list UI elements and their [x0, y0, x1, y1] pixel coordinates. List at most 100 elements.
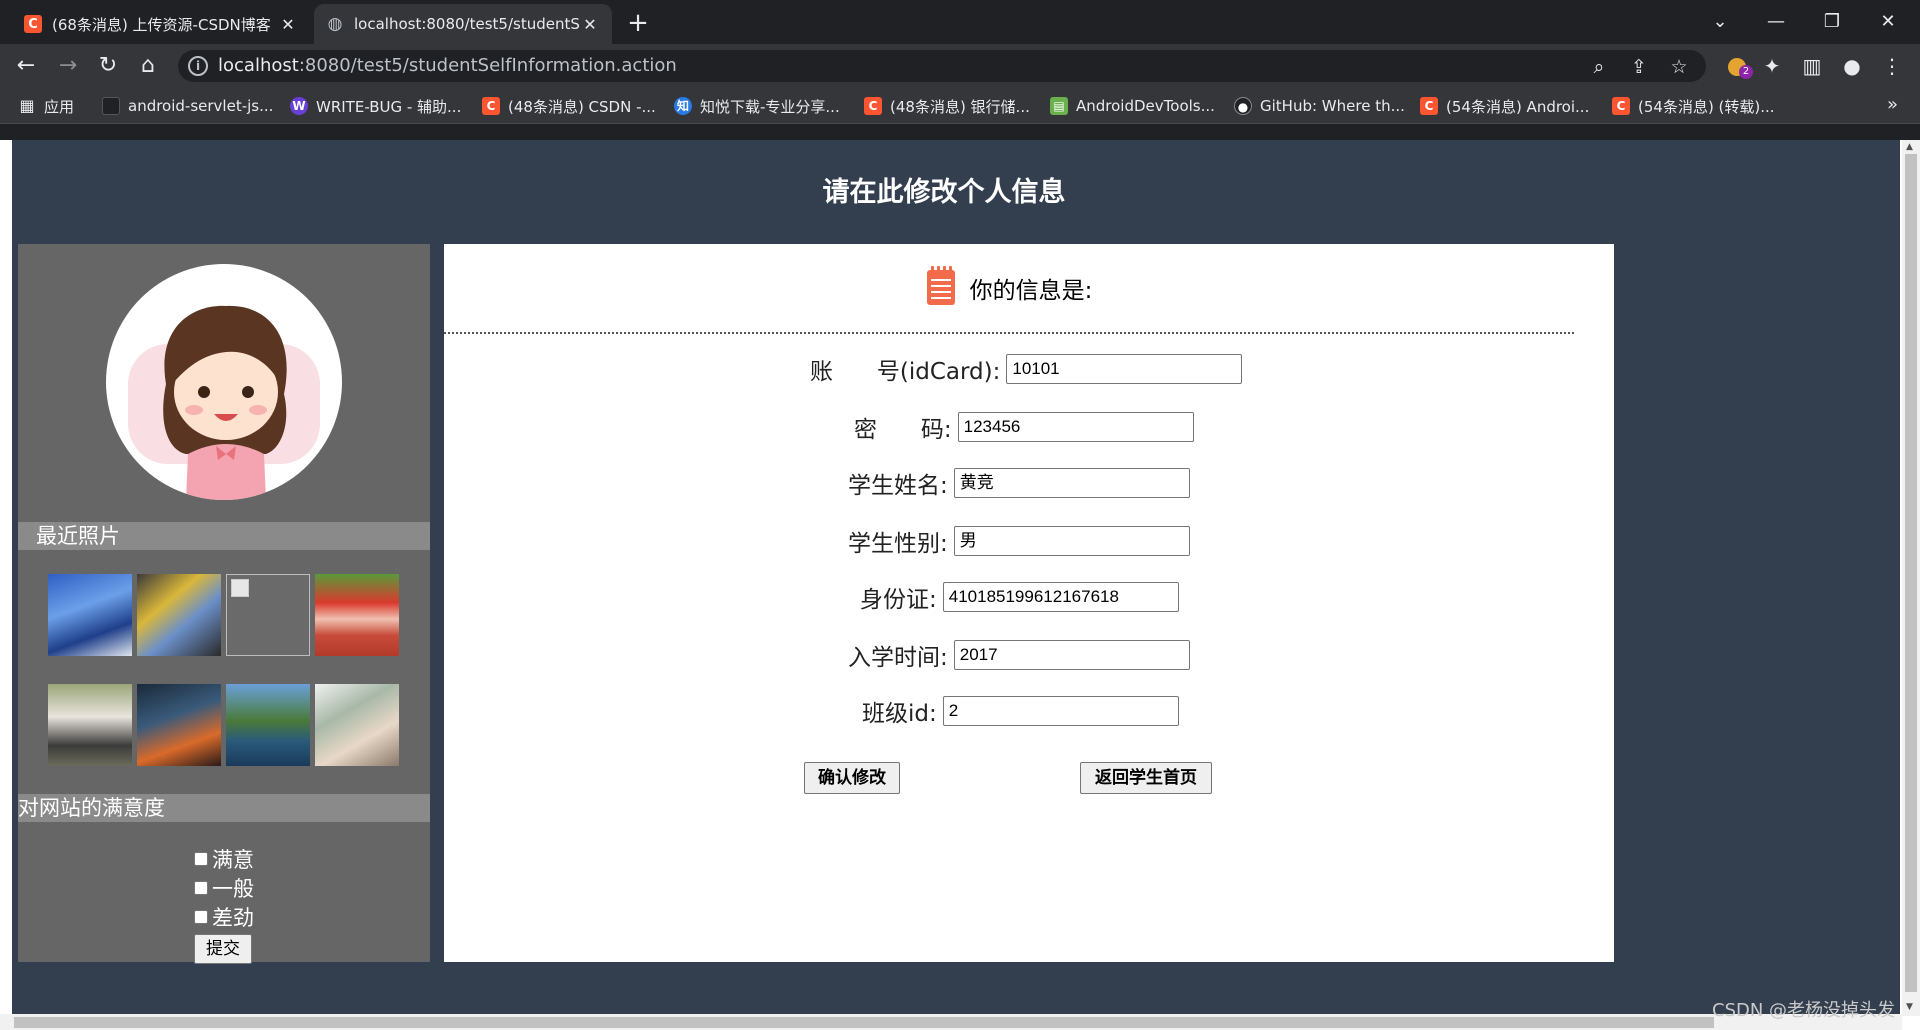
idcard-input[interactable]: 10101 — [1006, 354, 1243, 384]
forward-arrow-icon[interactable]: → — [52, 50, 84, 82]
scroll-down-arrow-icon[interactable]: ▼ — [1906, 1002, 1913, 1012]
csdn-icon: C — [864, 97, 882, 115]
option-satisfied[interactable]: 满意 — [194, 844, 254, 873]
enrollment-year-input[interactable]: 2017 — [953, 640, 1190, 670]
zoom-icon[interactable]: ⌕ — [1586, 54, 1612, 80]
close-icon[interactable]: ✕ — [278, 15, 298, 34]
bookmark-github[interactable]: ● GitHub: Where th... — [1234, 94, 1405, 118]
home-icon[interactable]: ⌂ — [132, 50, 164, 82]
option-average[interactable]: 一般 — [194, 873, 254, 902]
bookmark-label: (54条消息) (转载)... — [1638, 97, 1775, 116]
back-arrow-icon[interactable]: ← — [10, 50, 42, 82]
profile-icon[interactable]: ● — [1836, 50, 1868, 82]
browser-toolbar: ← → ↻ ⌂ i localhost:8080/test5/studentSe… — [0, 44, 1920, 88]
field-label: 班级id: — [862, 701, 937, 727]
tab-title: (68条消息) 上传资源-CSDN博客 — [52, 15, 271, 34]
side-panel-icon[interactable]: ▥ — [1796, 50, 1828, 82]
bookmark-label: (48条消息) 银行储... — [890, 97, 1030, 116]
menu-kebab-icon[interactable]: ⋮ — [1876, 50, 1908, 82]
option-poor[interactable]: 差劲 — [194, 902, 254, 931]
notepad-icon — [926, 266, 955, 305]
csdn-watermark: CSDN @老杨没掉头发 — [1712, 1000, 1896, 1021]
bookmark-android-servlet[interactable]: android-servlet-js... — [102, 94, 273, 118]
page-body: 请在此修改个人信息 最近照片 对网站的满意度 满意 一般 差劲 提交 你的信息是… — [12, 140, 1900, 1016]
sidebar: 最近照片 对网站的满意度 满意 一般 差劲 提交 — [18, 244, 430, 964]
photo-event[interactable] — [137, 574, 221, 656]
browser-chrome: C (68条消息) 上传资源-CSDN博客 ✕ ◍ localhost:8080… — [0, 0, 1920, 140]
field-row-gender: 学生性别: 男 — [848, 526, 1190, 557]
close-icon[interactable]: ✕ — [580, 15, 600, 34]
confirm-edit-button[interactable]: 确认修改 — [804, 762, 900, 794]
class-id-input[interactable]: 2 — [942, 696, 1179, 726]
field-row-password: 密 码: 123456 — [854, 412, 1194, 443]
bookmark-androiddevtools[interactable]: ▤ AndroidDevTools... — [1050, 94, 1215, 118]
extension-icon[interactable]: 2 — [1726, 54, 1758, 79]
photo-running-track[interactable] — [315, 574, 399, 656]
bookmark-label: 知悦下载-专业分享... — [700, 97, 840, 116]
extension-badge: 2 — [1739, 65, 1753, 79]
bookmark-zhiyue[interactable]: 知 知悦下载-专业分享... — [674, 94, 840, 118]
student-name-input[interactable]: 黄竞 — [953, 468, 1190, 498]
girl-avatar-illustration — [128, 305, 320, 500]
bookmark-apps[interactable]: ▦ 应用 — [18, 94, 74, 118]
field-row-class-id: 班级id: 2 — [862, 696, 1179, 727]
satisfaction-heading: 对网站的满意度 — [18, 794, 430, 822]
satisfaction-options: 满意 一般 差劲 — [194, 844, 254, 931]
vertical-scrollbar[interactable]: ▲ ▼ — [1902, 140, 1920, 1016]
photo-lake-campus[interactable] — [226, 684, 310, 766]
checkbox[interactable] — [194, 851, 208, 866]
photo-broken-image[interactable] — [226, 574, 310, 656]
csdn-icon: C — [1612, 97, 1630, 115]
field-label: 入学时间: — [848, 645, 948, 671]
field-label: 账 号(idCard): — [810, 359, 1001, 385]
tab-csdn[interactable]: C (68条消息) 上传资源-CSDN博客 ✕ — [12, 4, 310, 44]
address-bar[interactable]: i localhost:8080/test5/studentSelfInform… — [178, 50, 1706, 82]
minimize-button[interactable]: — — [1752, 4, 1800, 40]
tab-title: localhost:8080/test5/studentS — [354, 15, 580, 33]
bookmark-csdn-48[interactable]: C (48条消息) CSDN -... — [482, 94, 656, 118]
tab-localhost[interactable]: ◍ localhost:8080/test5/studentS ✕ — [314, 4, 612, 44]
form-title: 你的信息是: — [444, 266, 1574, 306]
photo-study-room[interactable] — [315, 684, 399, 766]
share-icon[interactable]: ⇪ — [1626, 54, 1652, 80]
back-to-home-button[interactable]: 返回学生首页 — [1080, 762, 1212, 794]
photo-students-group[interactable] — [48, 684, 132, 766]
field-row-enrollment: 入学时间: 2017 — [848, 640, 1190, 671]
horizontal-scrollbar[interactable] — [0, 1014, 1902, 1030]
bookmarks-overflow-icon[interactable]: » — [1887, 94, 1898, 115]
checkbox[interactable] — [194, 880, 208, 895]
bookmark-label: android-servlet-js... — [128, 97, 274, 115]
field-row-idcard: 账 号(idCard): 10101 — [810, 354, 1243, 385]
writebug-icon: W — [290, 97, 308, 115]
id-number-input[interactable]: 410185199612167618 — [942, 582, 1179, 612]
bookmark-csdn-bank[interactable]: C (48条消息) 银行储... — [864, 94, 1030, 118]
photo-cheer-team[interactable] — [48, 574, 132, 656]
reload-icon[interactable]: ↻ — [92, 50, 124, 82]
scrollbar-thumb[interactable] — [1905, 154, 1917, 992]
scroll-up-arrow-icon[interactable]: ▲ — [1906, 142, 1913, 152]
photo-classroom[interactable] — [137, 684, 221, 766]
checkbox[interactable] — [194, 909, 208, 924]
restore-button[interactable]: ❐ — [1808, 4, 1856, 40]
apps-grid-icon: ▦ — [19, 96, 35, 115]
password-input[interactable]: 123456 — [957, 412, 1194, 442]
window-close-button[interactable]: ✕ — [1864, 4, 1912, 40]
bookmark-csdn-android[interactable]: C (54条消息) Androi... — [1420, 94, 1589, 118]
form-title-text: 你的信息是: — [969, 278, 1093, 304]
bookmark-star-icon[interactable]: ☆ — [1666, 54, 1692, 80]
site-info-icon[interactable]: i — [188, 56, 208, 76]
bookmark-label: GitHub: Where th... — [1260, 97, 1405, 115]
tab-strip: C (68条消息) 上传资源-CSDN博客 ✕ ◍ localhost:8080… — [0, 0, 1920, 44]
bookmark-csdn-reprint[interactable]: C (54条消息) (转载)... — [1612, 94, 1775, 118]
url-text[interactable]: localhost:8080/test5/studentSelfInformat… — [218, 55, 677, 76]
student-gender-input[interactable]: 男 — [953, 526, 1190, 556]
scrollbar-thumb[interactable] — [14, 1017, 1714, 1028]
extensions-puzzle-icon[interactable]: ✦ — [1756, 50, 1788, 82]
tab-search-chevron-icon[interactable]: ⌄ — [1696, 4, 1744, 40]
new-tab-button[interactable]: + — [622, 8, 654, 40]
bookmark-label: AndroidDevTools... — [1076, 97, 1215, 115]
bookmark-writebug[interactable]: W WRITE-BUG - 辅助... — [290, 94, 461, 118]
option-label: 满意 — [212, 847, 254, 872]
androiddevtools-icon: ▤ — [1050, 97, 1068, 115]
submit-button[interactable]: 提交 — [194, 934, 252, 964]
